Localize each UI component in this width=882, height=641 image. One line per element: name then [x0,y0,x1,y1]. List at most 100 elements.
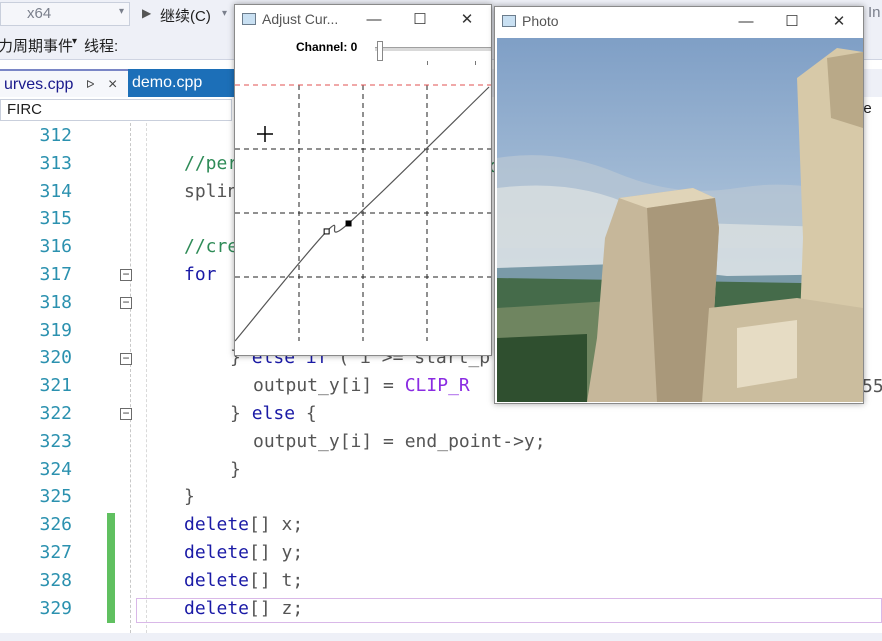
fold-toggle[interactable]: − [120,296,132,309]
line-number: 329 [39,597,72,619]
code-line: for [184,264,217,285]
chevron-down-icon[interactable]: ▾ [222,8,227,19]
slider-tick [475,61,476,65]
channel-label: Channel: 0 [296,40,358,54]
minimize-icon[interactable]: — [363,9,385,31]
close-icon[interactable]: ✕ [456,9,478,31]
line-number: 323 [39,430,72,452]
code-line: } [230,459,241,480]
code-token: [] y; [249,542,304,563]
tab-label: demo.cpp [132,74,203,91]
minimize-icon[interactable]: — [735,11,757,33]
code-token: //cre [184,236,239,258]
code-token: delete [184,542,250,563]
photo-image [497,38,863,402]
tone-curve [235,86,490,342]
line-number: 321 [39,375,72,397]
code-line: //cre [184,236,238,257]
code-line: output_y[i] = end_point->y; [253,431,546,452]
status-bar [0,633,882,641]
line-number: 314 [39,180,72,202]
line-number: 318 [39,291,72,313]
code-token: } [230,403,252,424]
line-number: 315 [39,208,72,230]
line-number: 312 [39,125,72,146]
code-token: [] z; [249,597,304,619]
code-token: else [251,403,296,424]
code-line: delete[] y; [184,542,303,563]
code-token: output_y[i] = [253,375,405,397]
code-line: output_y[i] = CLIP_R [253,375,470,396]
continue-button[interactable]: 继续(C) [160,5,211,26]
indent-guide [130,123,132,633]
adjust-curves-titlebar[interactable]: Adjust Cur... — ☐ ✕ [235,5,491,35]
fold-toggle[interactable]: − [120,407,132,420]
channel-slider-row: Channel: 0 [235,35,491,71]
pin-icon[interactable]: ᐅ [86,71,94,99]
code-token: //per [184,152,239,174]
line-number: 316 [39,236,72,258]
code-token: { [295,403,317,424]
slider-tick [427,61,428,65]
tab-curves-cpp[interactable]: urves.cpp ᐅ × [0,69,128,97]
scope-dropdown[interactable]: FIRC [0,99,232,121]
line-number: 328 [39,569,72,591]
pillar-right-shade [827,52,863,128]
line-number: 325 [39,486,72,508]
toolbar-overflow-text: In [868,4,881,21]
code-line: //per [184,153,238,174]
code-token: for [184,264,217,285]
chevron-down-icon: ▾ [72,36,78,47]
thread-label: 线程: [84,38,119,55]
code-token: delete [184,514,250,536]
scope-label: FIRC [7,101,42,118]
code-token: [] x; [249,514,304,536]
window-title: Adjust Cur... [262,11,339,27]
line-number: 322 [39,403,72,424]
line-number: 320 [39,347,72,369]
code-fragment: 55 [862,376,882,397]
code-token: [] t; [249,569,304,591]
curve-control-point[interactable] [323,228,330,235]
code-token: output_y[i] = end_point->y; [253,430,546,452]
code-token: splin [184,180,239,202]
channel-slider-thumb[interactable] [377,41,383,61]
close-icon[interactable]: ✕ [828,11,850,33]
lifecycle-events-dropdown[interactable]: 力周期事件 [0,35,73,56]
line-number: 324 [39,458,72,480]
code-token: } [184,486,195,508]
line-number: 327 [39,542,72,563]
maximize-icon[interactable]: ☐ [409,9,431,31]
code-line: } [184,486,195,507]
channel-slider-track[interactable] [375,47,491,51]
line-number: 319 [39,319,72,341]
change-indicator [107,513,115,623]
window-title: Photo [522,13,559,29]
curve-control-point[interactable] [345,220,352,227]
platform-label: x64 [27,5,52,22]
chevron-down-icon: ▾ [119,6,125,17]
curve-editor-canvas[interactable] [235,71,491,355]
code-line: delete[] t; [184,570,303,591]
photo-titlebar[interactable]: Photo — ☐ ✕ [495,7,863,37]
ruins-wall-highlight [737,320,797,388]
fold-toggle[interactable]: − [120,352,132,365]
close-icon[interactable]: × [108,71,117,99]
code-token: } [230,458,241,480]
tab-demo-cpp[interactable]: demo.cpp [128,69,234,97]
maximize-icon[interactable]: ☐ [781,11,803,33]
play-icon[interactable]: ▶ [142,6,151,20]
adjust-curves-window[interactable]: Adjust Cur... — ☐ ✕ Channel: 0 [234,4,492,356]
code-token: delete [184,569,250,591]
fold-toggle[interactable]: − [120,268,132,281]
indent-guide [146,123,148,633]
code-line: delete[] z; [184,598,303,619]
window-icon [502,15,516,27]
line-number: 317 [39,264,72,285]
tab-label: urves.cpp [4,76,74,93]
photo-window[interactable]: Photo — ☐ ✕ [494,6,864,404]
city-and-trees [497,334,587,402]
platform-dropdown[interactable]: x64 ▾ [0,2,130,26]
line-number: 313 [39,152,72,174]
line-number: 326 [39,514,72,536]
